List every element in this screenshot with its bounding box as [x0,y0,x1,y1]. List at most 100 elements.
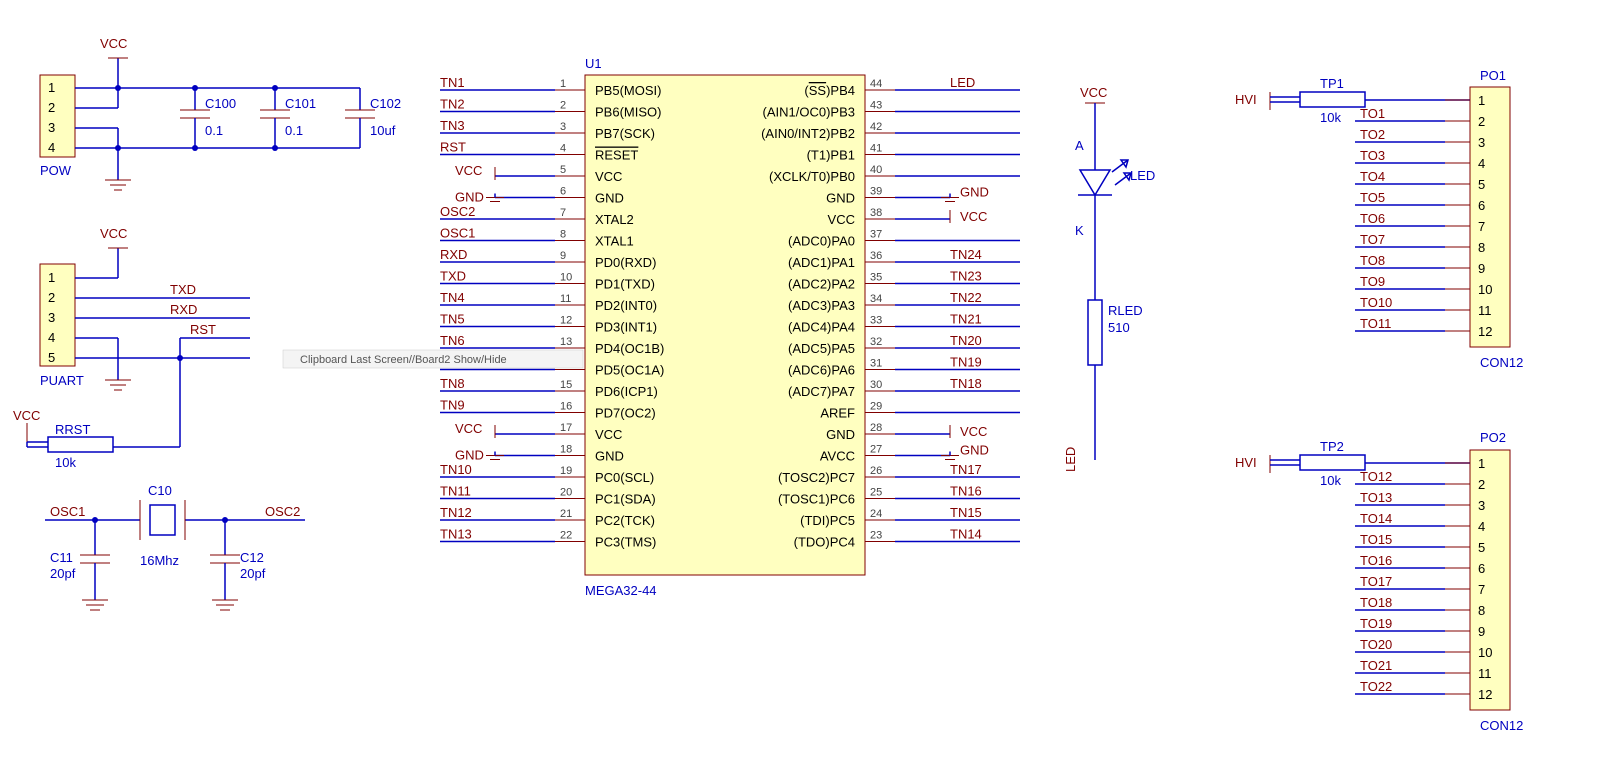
svg-text:K: K [1075,223,1084,238]
svg-text:TN16: TN16 [950,484,982,499]
led-block: VCC A LED K RLED 510 LED [1063,85,1155,472]
svg-text:GND: GND [960,443,989,458]
svg-text:38: 38 [870,207,882,219]
svg-text:TO2: TO2 [1360,127,1385,142]
svg-text:PC3(TMS): PC3(TMS) [595,535,656,550]
svg-text:3: 3 [48,120,55,135]
svg-text:7: 7 [1478,582,1485,597]
svg-text:(SS)PB4: (SS)PB4 [804,83,855,98]
svg-text:23: 23 [870,530,882,542]
svg-text:RST: RST [440,140,466,155]
svg-text:C100: C100 [205,96,236,111]
crystal-c10: C10 16Mhz [140,483,185,568]
svg-text:TO21: TO21 [1360,658,1392,673]
svg-text:PO2: PO2 [1480,430,1506,445]
svg-text:1: 1 [48,270,55,285]
svg-text:PO1: PO1 [1480,68,1506,83]
svg-text:GND: GND [960,185,989,200]
svg-text:19: 19 [560,465,572,477]
svg-text:27: 27 [870,444,882,456]
svg-text:VCC: VCC [455,163,482,178]
svg-text:9: 9 [1478,261,1485,276]
svg-text:PB6(MISO): PB6(MISO) [595,105,661,120]
svg-text:RLED: RLED [1108,303,1143,318]
svg-text:PD0(RXD): PD0(RXD) [595,255,656,270]
svg-text:10uf: 10uf [370,123,396,138]
pow-vcc-label: VCC [100,36,127,51]
svg-text:PD3(INT1): PD3(INT1) [595,320,657,335]
svg-text:20pf: 20pf [240,566,266,581]
svg-text:6: 6 [1478,561,1485,576]
svg-text:GND: GND [455,190,484,205]
svg-text:1: 1 [1478,456,1485,471]
svg-text:(ADC5)PA5: (ADC5)PA5 [788,341,855,356]
svg-text:40: 40 [870,164,882,176]
svg-text:1: 1 [560,78,566,90]
svg-text:6: 6 [560,186,566,198]
svg-text:TO16: TO16 [1360,553,1392,568]
svg-text:TN23: TN23 [950,269,982,284]
svg-text:(XCLK/T0)PB0: (XCLK/T0)PB0 [769,169,855,184]
svg-text:TN2: TN2 [440,97,465,112]
cap-c11: C11 20pf [50,517,110,610]
svg-text:22: 22 [560,530,572,542]
svg-text:RST: RST [190,322,216,337]
svg-text:TO12: TO12 [1360,469,1392,484]
svg-text:20pf: 20pf [50,566,76,581]
svg-text:(AIN0/INT2)PB2: (AIN0/INT2)PB2 [761,126,855,141]
svg-text:TO3: TO3 [1360,148,1385,163]
svg-text:VCC: VCC [13,408,40,423]
svg-text:AREF: AREF [820,406,855,421]
svg-text:5: 5 [560,164,566,176]
svg-text:TXD: TXD [170,282,196,297]
svg-text:TN10: TN10 [440,462,472,477]
svg-text:1: 1 [48,80,55,95]
svg-text:1: 1 [1478,93,1485,108]
svg-text:0.1: 0.1 [285,123,303,138]
svg-text:C10: C10 [148,483,172,498]
ic-ref: U1 [585,56,602,71]
svg-text:10: 10 [1478,282,1492,297]
svg-text:25: 25 [870,487,882,499]
svg-text:24: 24 [870,508,882,520]
svg-text:5: 5 [1478,177,1485,192]
svg-text:TN22: TN22 [950,290,982,305]
cap-c100: C100 0.1 [180,85,236,151]
svg-text:TN17: TN17 [950,462,982,477]
svg-text:(ADC1)PA1: (ADC1)PA1 [788,255,855,270]
svg-text:PC2(TCK): PC2(TCK) [595,513,655,528]
svg-text:10k: 10k [1320,473,1341,488]
svg-text:2: 2 [1478,114,1485,129]
svg-text:XTAL1: XTAL1 [595,234,634,249]
cap-c12: C12 20pf [210,517,266,610]
svg-text:TO14: TO14 [1360,511,1392,526]
svg-text:43: 43 [870,100,882,112]
po1-block: PO1 CON12 HVI TP1 10k 12TO13TO24TO35TO46… [1235,68,1523,370]
svg-text:31: 31 [870,358,882,370]
svg-text:9: 9 [1478,624,1485,639]
svg-text:4: 4 [48,140,55,155]
pow-ref: POW [40,163,72,178]
svg-text:TN19: TN19 [950,355,982,370]
svg-text:35: 35 [870,272,882,284]
svg-text:PD7(OC2): PD7(OC2) [595,406,656,421]
svg-text:RESET: RESET [595,148,638,163]
svg-text:8: 8 [1478,603,1485,618]
svg-text:TO4: TO4 [1360,169,1385,184]
svg-text:8: 8 [1478,240,1485,255]
svg-text:PD5(OC1A): PD5(OC1A) [595,363,664,378]
svg-text:29: 29 [870,401,882,413]
svg-text:TO11: TO11 [1360,316,1391,331]
svg-text:TN24: TN24 [950,247,982,262]
svg-text:TO5: TO5 [1360,190,1385,205]
svg-text:LED: LED [1063,447,1078,472]
svg-text:AVCC: AVCC [820,449,855,464]
svg-text:LED: LED [950,75,975,90]
svg-text:TO22: TO22 [1360,679,1392,694]
svg-text:TN14: TN14 [950,527,982,542]
svg-text:GND: GND [826,191,855,206]
svg-text:TN21: TN21 [950,312,982,327]
svg-text:37: 37 [870,229,882,241]
cap-c102: C102 10uf [345,88,401,148]
svg-text:TN5: TN5 [440,312,465,327]
